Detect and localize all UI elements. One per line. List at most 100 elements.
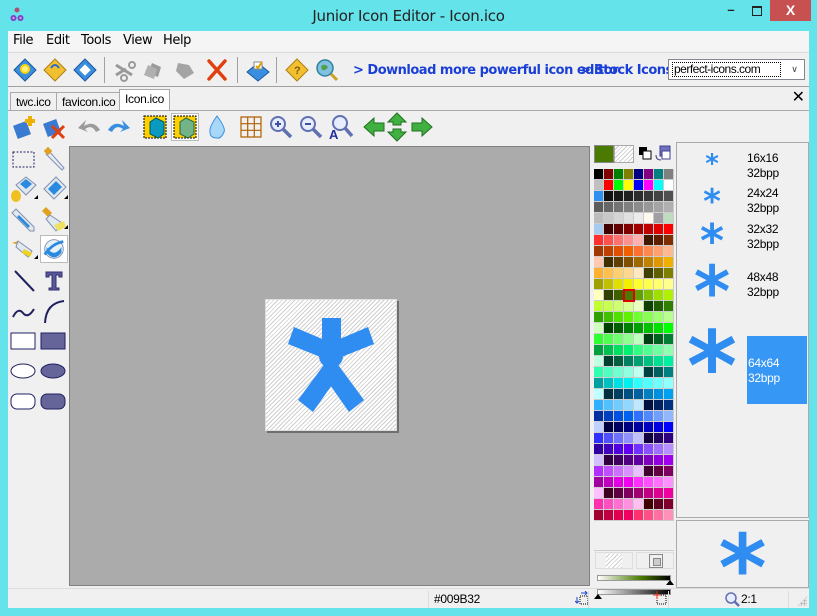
apply-effect-icon[interactable] (142, 114, 168, 140)
palette-swatch[interactable] (654, 213, 664, 224)
palette-swatch[interactable] (654, 301, 664, 312)
palette-swatch[interactable] (634, 378, 644, 389)
palette-swatch[interactable] (614, 290, 624, 301)
palette-swatch[interactable] (644, 389, 654, 400)
palette-swatch[interactable] (624, 367, 634, 378)
palette-swatch[interactable] (644, 345, 654, 356)
palette-swatch[interactable] (634, 389, 644, 400)
palette-swatch[interactable] (664, 213, 674, 224)
palette-swatch[interactable] (624, 279, 634, 290)
maximize-button[interactable] (744, 0, 770, 21)
fill-tool-icon[interactable] (10, 175, 38, 203)
palette-swatch[interactable] (614, 444, 624, 455)
line-tool-icon[interactable] (10, 267, 38, 295)
palette-swatch[interactable] (644, 246, 654, 257)
palette-swatch[interactable] (624, 345, 634, 356)
copy-icon[interactable] (142, 57, 168, 83)
palette-swatch[interactable] (644, 367, 654, 378)
palette-swatch[interactable] (664, 246, 674, 257)
palette-swatch[interactable] (634, 455, 644, 466)
palette-swatch[interactable] (594, 389, 604, 400)
open-icon[interactable] (42, 57, 68, 83)
palette-swatch[interactable] (594, 411, 604, 422)
palette-swatch[interactable] (634, 191, 644, 202)
format-item-selected[interactable]: * 64x64 32bpp (677, 309, 807, 415)
palette-swatch[interactable] (644, 334, 654, 345)
palette-swatch[interactable] (654, 455, 664, 466)
drawing-canvas-area[interactable] (69, 146, 590, 586)
icon-canvas[interactable] (265, 299, 397, 431)
palette-swatch[interactable] (634, 235, 644, 246)
palette-swatch[interactable] (654, 422, 664, 433)
palette-swatch[interactable] (604, 268, 614, 279)
ellipse-filled-tool-icon[interactable] (40, 357, 68, 385)
palette-swatch[interactable] (604, 499, 614, 510)
palette-swatch[interactable] (654, 235, 664, 246)
palette-swatch[interactable] (664, 378, 674, 389)
palette-swatch[interactable] (664, 411, 674, 422)
palette-swatch[interactable] (604, 180, 614, 191)
palette-swatch[interactable] (644, 455, 654, 466)
download-editor-link[interactable]: > Download more powerful icon editor (353, 63, 619, 78)
palette-swatch[interactable] (614, 224, 624, 235)
palette-swatch[interactable] (664, 323, 674, 334)
chevron-down-icon[interactable]: ∨ (787, 62, 802, 77)
swap-colors-icon[interactable] (638, 146, 652, 160)
format-item[interactable]: * 32x32 32bpp (677, 217, 807, 265)
eyedropper-icon[interactable] (40, 146, 68, 174)
palette-swatch[interactable] (614, 356, 624, 367)
palette-swatch[interactable] (664, 466, 674, 477)
palette-swatch[interactable] (664, 257, 674, 268)
palette-swatch[interactable] (624, 400, 634, 411)
undo-icon[interactable] (76, 114, 102, 140)
palette-swatch[interactable] (604, 510, 614, 521)
palette-swatch[interactable] (594, 301, 604, 312)
palette-swatch[interactable] (634, 334, 644, 345)
palette-swatch[interactable] (614, 246, 624, 257)
palette-swatch[interactable] (614, 235, 624, 246)
palette-swatch[interactable] (594, 180, 604, 191)
palette-swatch[interactable] (644, 202, 654, 213)
palette-swatch[interactable] (594, 279, 604, 290)
palette-swatch[interactable] (624, 180, 634, 191)
palette-swatch[interactable] (624, 246, 634, 257)
palette-swatch[interactable] (634, 400, 644, 411)
menu-file[interactable]: File (13, 33, 34, 48)
palette-swatch[interactable] (664, 499, 674, 510)
palette-swatch[interactable] (644, 466, 654, 477)
palette-swatch[interactable] (664, 455, 674, 466)
palette-swatch[interactable] (594, 268, 604, 279)
palette-swatch[interactable] (644, 235, 654, 246)
palette-swatch[interactable] (614, 488, 624, 499)
palette-swatch[interactable] (644, 433, 654, 444)
palette-swatch[interactable] (594, 312, 604, 323)
palette-swatch[interactable] (604, 224, 614, 235)
palette-swatch[interactable] (624, 477, 634, 488)
palette-swatch[interactable] (654, 334, 664, 345)
palette-swatch[interactable] (644, 378, 654, 389)
palette-swatch[interactable] (604, 422, 614, 433)
palette-swatch[interactable] (654, 345, 664, 356)
palette-swatch[interactable] (664, 268, 674, 279)
secondary-color-swatch[interactable] (614, 145, 634, 163)
palette-swatch[interactable] (634, 345, 644, 356)
palette-swatch[interactable] (634, 433, 644, 444)
palette-swatch[interactable] (594, 213, 604, 224)
palette-swatch[interactable] (604, 235, 614, 246)
palette-swatch[interactable] (654, 477, 664, 488)
palette-swatch[interactable] (624, 235, 634, 246)
palette-swatch[interactable] (664, 290, 674, 301)
palette-swatch[interactable] (594, 466, 604, 477)
palette-swatch[interactable] (614, 345, 624, 356)
palette-swatch[interactable] (614, 213, 624, 224)
palette-swatch[interactable] (594, 235, 604, 246)
palette-swatch[interactable] (634, 444, 644, 455)
palette-swatch[interactable] (644, 400, 654, 411)
palette-swatch[interactable] (654, 257, 664, 268)
palette-swatch[interactable] (664, 389, 674, 400)
palette-swatch[interactable] (624, 268, 634, 279)
palette-swatch[interactable] (594, 455, 604, 466)
transparent-3d-icon[interactable] (171, 113, 199, 141)
palette-swatch[interactable] (644, 510, 654, 521)
palette-swatch[interactable] (614, 411, 624, 422)
